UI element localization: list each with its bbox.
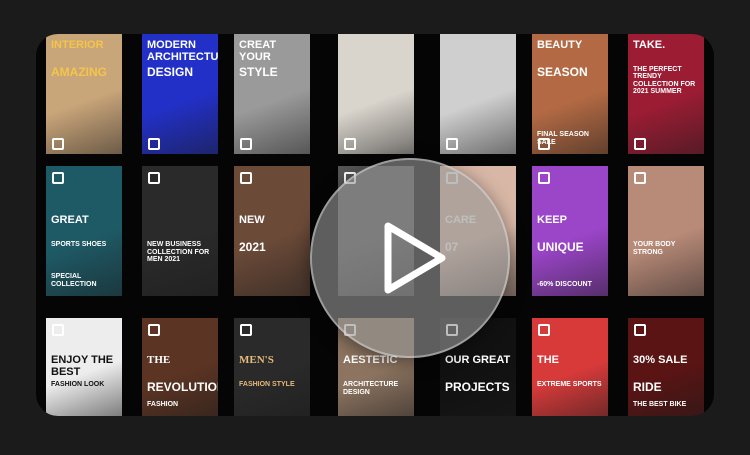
template-subheadline: STYLE: [239, 65, 278, 79]
template-logo-icon: [240, 138, 252, 150]
template-logo-icon: [634, 172, 646, 184]
template-subheadline: 2021: [239, 240, 266, 255]
template-logo-icon: [52, 172, 64, 184]
template-logo-icon: [148, 138, 160, 150]
template-thumbnail[interactable]: CREAT YOUR STYLE: [234, 34, 310, 154]
template-subheadline: REVOLUTION: [147, 380, 218, 395]
template-subheadline: PROJECTS: [445, 380, 510, 395]
template-subheadline: YOUR BODY STRONG: [633, 241, 676, 256]
template-logo-icon: [148, 172, 160, 184]
template-subheadline: THE PERFECT TRENDY COLLECTION FOR 2021 S…: [633, 66, 696, 96]
template-subheadline: RIDE: [633, 380, 662, 395]
template-logo-icon: [634, 324, 646, 336]
template-logo-icon: [538, 324, 550, 336]
template-thumbnail[interactable]: MODERN ARCHITECTURE DESIGN: [142, 34, 218, 154]
template-thumbnail[interactable]: THE REVOLUTION FASHION: [142, 318, 218, 416]
template-thumbnail[interactable]: [440, 34, 516, 154]
template-headline: 30% SALE: [633, 354, 688, 367]
template-subheadline: DESIGN: [147, 65, 194, 79]
template-headline: MEN'S: [239, 354, 274, 367]
template-logo-icon: [634, 138, 646, 150]
template-thumbnail[interactable]: MEN'S FASHION STYLE: [234, 318, 310, 416]
template-thumbnail[interactable]: 30% SALE RIDE THE BEST BIKE: [628, 318, 704, 416]
template-subheadline: UNIQUE: [537, 240, 584, 255]
template-thumbnail[interactable]: THE EXTREME SPORTS: [532, 318, 608, 416]
template-subheadline: SPORTS SHOES: [51, 241, 107, 249]
play-icon: [384, 222, 446, 294]
template-caption: -60% DISCOUNT: [537, 280, 592, 288]
template-headline: ENJOY THE BEST: [51, 354, 114, 378]
template-thumbnail[interactable]: NEW 2021: [234, 166, 310, 296]
template-headline: take.: [633, 39, 666, 51]
video-player[interactable]: INTERIOR AMAZING MODERN ARCHITECTURE DESIGN…: [36, 34, 714, 416]
template-logo-icon: [52, 138, 64, 150]
template-logo-icon: [52, 324, 64, 336]
template-thumbnail[interactable]: GREAT SPORTS SHOES SPECIAL COLLECTION: [46, 166, 122, 296]
template-subheadline: NEW BUSINESS COLLECTION FOR MEN 2021: [147, 241, 210, 264]
template-subheadline: ARCHITECTURE DESIGN: [343, 381, 399, 396]
template-thumbnail[interactable]: take. THE PERFECT TRENDY COLLECTION FOR 2…: [628, 34, 704, 154]
template-thumbnail[interactable]: YOUR BODY STRONG: [628, 166, 704, 296]
template-headline: MODERN ARCHITECTURE: [147, 39, 218, 63]
template-thumbnail[interactable]: [338, 34, 414, 154]
template-subheadline: EXTREME SPORTS: [537, 381, 602, 389]
template-caption: FASHION: [147, 400, 179, 408]
template-thumbnail[interactable]: NEW BUSINESS COLLECTION FOR MEN 2021: [142, 166, 218, 296]
template-subheadline: FASHION STYLE: [239, 381, 295, 389]
template-logo-icon: [446, 138, 458, 150]
template-thumbnail[interactable]: ENJOY THE BEST FASHION LOOK: [46, 318, 122, 416]
template-caption: SPECIAL COLLECTION: [51, 273, 97, 288]
template-headline: KEEP: [537, 214, 567, 227]
template-thumbnail[interactable]: BEAUTY SEASON FINAL SEASON SALE: [532, 34, 608, 154]
template-caption: THE BEST BIKE: [633, 400, 687, 408]
template-logo-icon: [344, 138, 356, 150]
template-headline: NEW: [239, 214, 265, 227]
template-subheadline: AMAZING: [51, 65, 107, 79]
template-caption: FINAL SEASON SALE: [537, 131, 589, 146]
play-button[interactable]: [310, 158, 510, 358]
template-headline: THE: [147, 354, 171, 367]
template-logo-icon: [240, 324, 252, 336]
template-subheadline: FASHION LOOK: [51, 381, 105, 389]
template-subheadline: SEASON: [537, 65, 588, 79]
template-headline: INTERIOR: [51, 39, 104, 51]
template-headline: GREAT: [51, 214, 89, 227]
template-thumbnail[interactable]: KEEP UNIQUE -60% DISCOUNT: [532, 166, 608, 296]
template-headline: BEAUTY: [537, 39, 583, 51]
template-headline: THE: [537, 354, 559, 367]
template-logo-icon: [240, 172, 252, 184]
template-headline: CREAT YOUR: [239, 39, 277, 63]
template-logo-icon: [538, 172, 550, 184]
template-logo-icon: [148, 324, 160, 336]
template-thumbnail[interactable]: INTERIOR AMAZING: [46, 34, 122, 154]
